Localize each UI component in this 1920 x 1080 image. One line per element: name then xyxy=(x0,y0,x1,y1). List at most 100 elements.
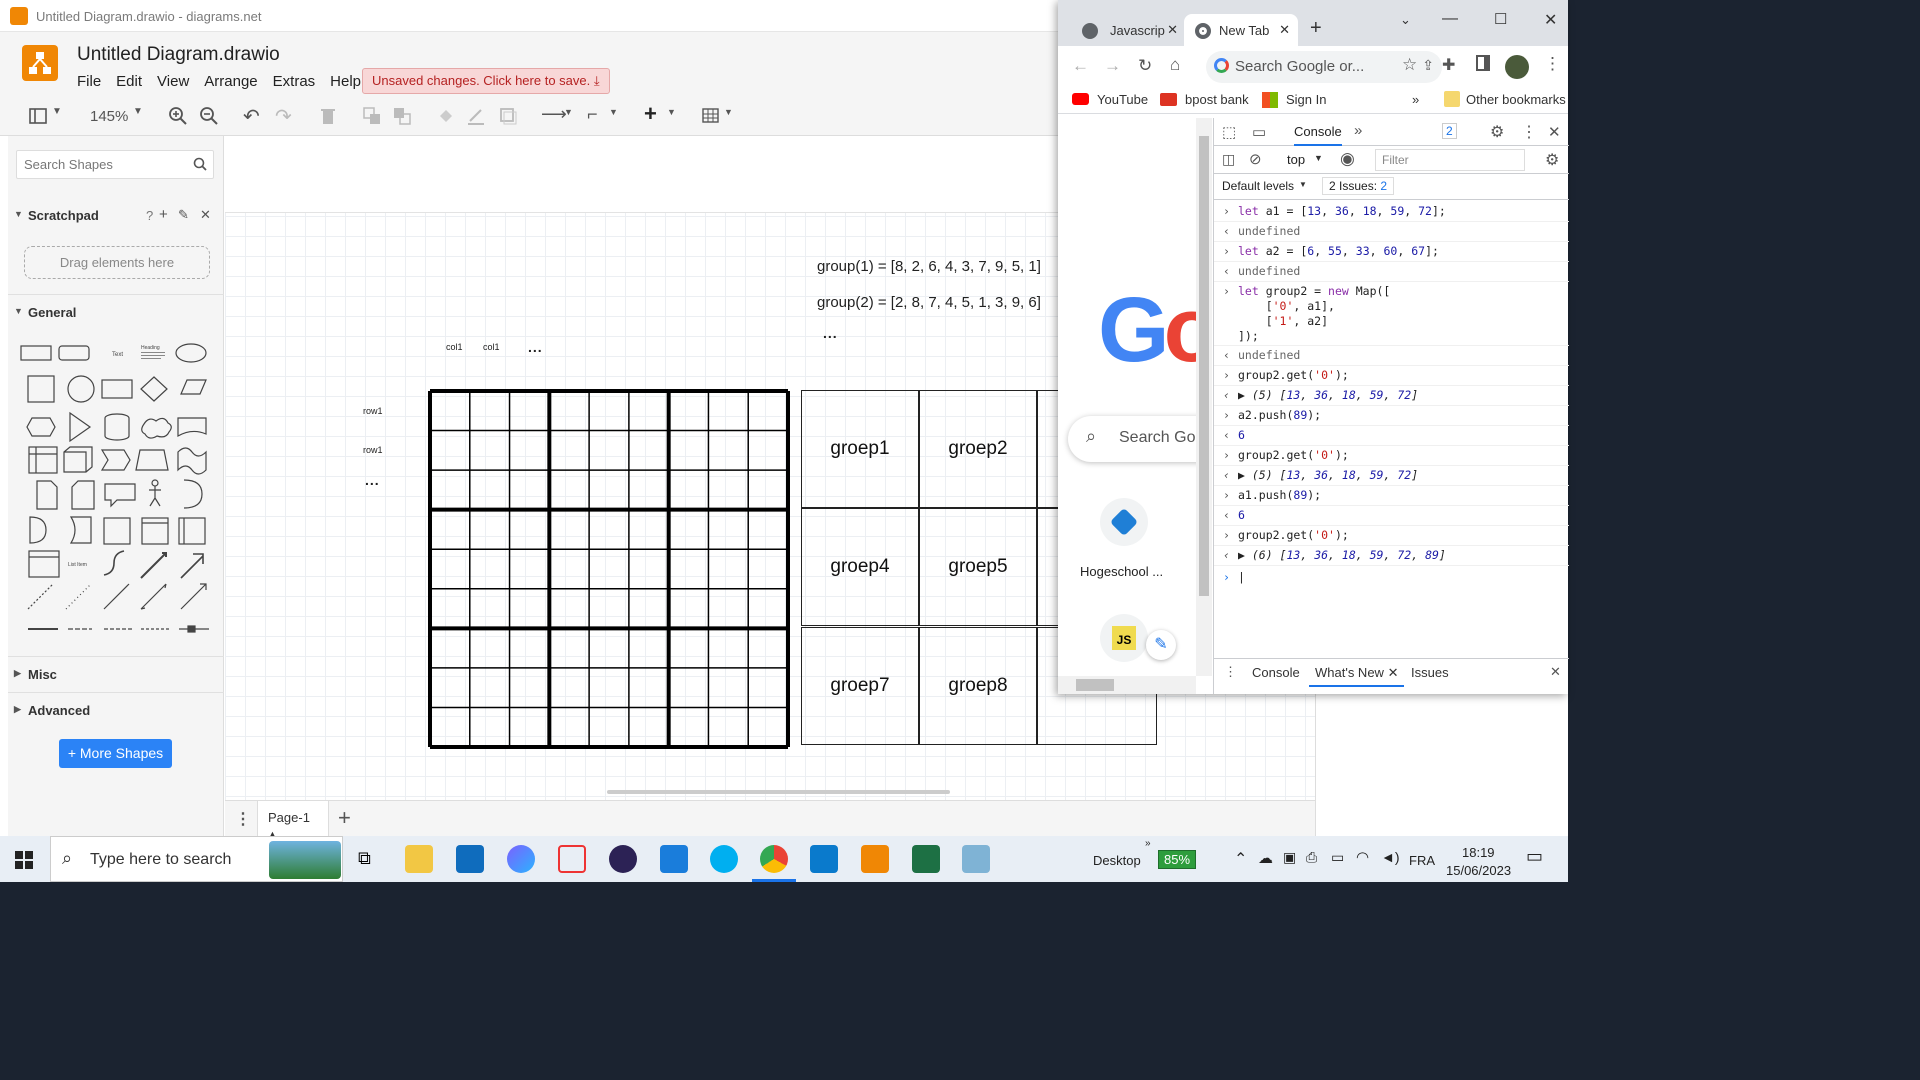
ntp-search-box[interactable]: ⌕ Search Go xyxy=(1068,416,1212,462)
settings-gear-icon[interactable]: ⚙ xyxy=(1490,122,1504,142)
drawer-menu-icon[interactable]: ⋮ xyxy=(1224,664,1237,680)
new-tab-icon[interactable]: + xyxy=(1310,17,1322,40)
shadow-icon[interactable] xyxy=(498,106,518,126)
taskbar-search[interactable]: ⌕ Type here to search xyxy=(50,836,343,882)
group-cell[interactable]: groep1 xyxy=(801,390,919,508)
close-tab-icon[interactable]: ✕ xyxy=(1167,22,1178,38)
add-page-icon[interactable]: + xyxy=(338,805,351,831)
show-hidden-icons-icon[interactable]: ⌃ xyxy=(1234,849,1247,869)
zoom-in-icon[interactable] xyxy=(168,106,188,126)
format-panel-icon[interactable] xyxy=(28,106,48,126)
bookmark-star-icon[interactable]: ☆ xyxy=(1402,55,1417,75)
console-result-line[interactable]: ‹ ▶ (5) [13, 36, 18, 59, 72] xyxy=(1214,466,1569,486)
menu-edit[interactable]: Edit xyxy=(116,73,142,90)
chevron-down-icon[interactable]: ▼ xyxy=(1299,180,1307,189)
forward-icon[interactable]: → xyxy=(1104,56,1121,76)
skype-icon[interactable] xyxy=(710,845,738,873)
bookmarks-overflow-icon[interactable]: » xyxy=(1412,92,1419,107)
desktop-toolbar-label[interactable]: Desktop xyxy=(1093,853,1141,868)
clear-console-icon[interactable]: ⊘ xyxy=(1249,150,1262,168)
chrome-tab-newtab[interactable]: New Tab ✕ xyxy=(1184,14,1298,46)
extensions-icon[interactable]: ✚ xyxy=(1442,55,1455,75)
chevron-down-icon[interactable]: ▼ xyxy=(667,107,676,131)
chevron-down-icon[interactable]: ▼ xyxy=(1314,153,1323,163)
console-filter-input[interactable]: Filter xyxy=(1375,149,1525,171)
zoom-level[interactable]: 145% xyxy=(90,108,128,132)
levels-dropdown[interactable]: Default levels xyxy=(1222,179,1294,193)
connection-arrow-icon[interactable]: ⟶ xyxy=(541,104,567,128)
group-cell[interactable]: groep5 xyxy=(919,508,1037,626)
tray-app-icon[interactable]: ▣ xyxy=(1283,849,1296,866)
back-icon[interactable]: ← xyxy=(1072,56,1089,76)
clock-time[interactable]: 18:19 xyxy=(1462,845,1495,860)
tab-search-icon[interactable]: ⌄ xyxy=(1400,12,1411,28)
shortcut-label[interactable]: Hogeschool ... xyxy=(1080,564,1163,579)
calculator-icon[interactable] xyxy=(660,845,688,873)
menu-file[interactable]: File xyxy=(77,73,101,90)
inspect-element-icon[interactable]: ⬚ xyxy=(1222,123,1236,141)
windows-start-icon[interactable] xyxy=(15,851,33,869)
close-window-icon[interactable]: ✕ xyxy=(1544,10,1557,30)
fill-color-icon[interactable] xyxy=(436,106,456,126)
minimize-icon[interactable]: — xyxy=(1442,10,1458,28)
group-cell[interactable]: groep4 xyxy=(801,508,919,626)
excel-icon[interactable] xyxy=(912,845,940,873)
sudoku-grid[interactable] xyxy=(427,388,791,750)
page-tab[interactable]: Page-1 ▲ xyxy=(257,801,329,839)
group-ellipsis[interactable]: ... xyxy=(823,325,838,341)
table-icon[interactable] xyxy=(701,106,721,126)
scratchpad-help-icon[interactable]: ? xyxy=(146,208,153,223)
share-icon[interactable]: ⇪ xyxy=(1422,57,1434,74)
shortcut-icon[interactable]: JS xyxy=(1100,614,1148,662)
horizontal-scrollbar[interactable] xyxy=(1058,676,1196,694)
chevron-down-icon[interactable]: ▼ xyxy=(52,106,62,130)
devtools-menu-icon[interactable]: ⋮ xyxy=(1521,122,1537,142)
console-result-line[interactable]: ‹ ▶ (6) [13, 36, 18, 59, 72, 89] xyxy=(1214,546,1569,566)
other-bookmarks[interactable]: Other bookmarks xyxy=(1466,92,1566,107)
bookmark-bpost[interactable]: bpost bank xyxy=(1185,92,1249,107)
toolbar-chevron-icon[interactable]: » xyxy=(1145,838,1151,849)
vscode-icon[interactable] xyxy=(810,845,838,873)
to-back-icon[interactable] xyxy=(392,106,412,126)
home-icon[interactable]: ⌂ xyxy=(1170,55,1180,75)
bookmark-youtube[interactable]: YouTube xyxy=(1097,92,1148,107)
insert-plus-icon[interactable]: + xyxy=(644,101,657,126)
file-explorer-icon[interactable] xyxy=(405,845,433,873)
unsaved-changes-button[interactable]: Unsaved changes. Click here to save. ⤓ xyxy=(362,68,610,94)
close-tab-icon[interactable]: ✕ xyxy=(1279,22,1290,38)
chevron-down-icon[interactable]: ▼ xyxy=(724,107,733,131)
sidebar-toggle-icon[interactable]: ◫ xyxy=(1222,151,1235,168)
app-icon[interactable] xyxy=(962,845,990,873)
close-devtools-icon[interactable]: ✕ xyxy=(1548,123,1561,141)
wifi-icon[interactable]: ◠ xyxy=(1356,848,1369,866)
avatar[interactable] xyxy=(1505,55,1529,79)
scratchpad-edit-icon[interactable]: ✎ xyxy=(178,207,189,223)
language-indicator[interactable]: FRA xyxy=(1409,853,1435,868)
clock-date[interactable]: 15/06/2023 xyxy=(1446,863,1511,878)
live-expression-eye-icon[interactable]: ◉ xyxy=(1340,149,1355,169)
tab-console[interactable]: Console xyxy=(1294,124,1342,146)
advanced-header[interactable]: ▶ Advanced xyxy=(8,692,224,726)
notifications-icon[interactable]: ▭ xyxy=(1526,846,1543,867)
scrollbar-thumb[interactable] xyxy=(1076,679,1114,691)
onedrive-cloud-icon[interactable]: ☁ xyxy=(1258,849,1273,867)
group2-text[interactable]: group(2) = [2, 8, 7, 4, 5, 1, 3, 9, 6] xyxy=(817,294,1041,311)
scratchpad-drop-zone[interactable]: Drag elements here xyxy=(24,246,210,279)
drawer-tab-console[interactable]: Console xyxy=(1252,665,1300,680)
col-label[interactable]: col1 xyxy=(483,342,500,352)
group1-text[interactable]: group(1) = [8, 2, 6, 4, 3, 7, 9, 5, 1] xyxy=(817,258,1041,275)
menu-help[interactable]: Help xyxy=(330,73,361,90)
pages-menu-icon[interactable]: ⋮ xyxy=(235,809,251,829)
document-title[interactable]: Untitled Diagram.drawio xyxy=(77,44,280,66)
device-toolbar-icon[interactable]: ▭ xyxy=(1252,123,1266,141)
chevron-down-icon[interactable]: ▼ xyxy=(564,107,573,131)
battery-percentage[interactable]: 85% xyxy=(1158,850,1197,869)
col-label[interactable]: col1 xyxy=(446,342,463,352)
search-icon[interactable] xyxy=(193,157,207,171)
general-header[interactable]: ▼ General xyxy=(8,294,224,328)
chrome-menu-icon[interactable]: ⋮ xyxy=(1544,54,1561,74)
customize-pencil-icon[interactable]: ✎ xyxy=(1146,630,1176,660)
more-tabs-icon[interactable]: » xyxy=(1354,122,1362,139)
issues-button[interactable]: 2 Issues: 2 xyxy=(1322,177,1395,195)
drawer-tab-issues[interactable]: Issues xyxy=(1411,665,1449,680)
